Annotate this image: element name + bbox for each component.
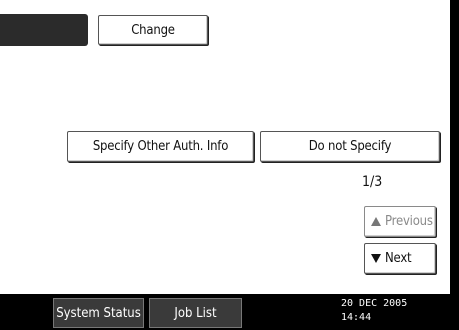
up-triangle-icon <box>371 217 381 226</box>
right-edge-bar <box>450 0 459 294</box>
time-text: 14:44 <box>341 312 372 323</box>
next-button[interactable]: Next <box>364 243 436 274</box>
previous-button[interactable]: Previous <box>364 206 436 237</box>
system-status-label: System Status <box>56 305 141 321</box>
job-list-button[interactable]: Job List <box>149 298 242 328</box>
do-not-specify-button[interactable]: Do not Specify <box>260 131 440 162</box>
down-triangle-icon <box>371 254 381 263</box>
previous-label: Previous <box>385 214 433 229</box>
page-counter: 1/3 <box>362 174 383 190</box>
selected-item-indicator <box>0 14 88 46</box>
specify-other-auth-info-button[interactable]: Specify Other Auth. Info <box>67 131 254 162</box>
change-button-label: Change <box>131 22 175 38</box>
job-list-label: Job List <box>174 305 217 321</box>
main-screen: Change Specify Other Auth. Info Do not S… <box>0 0 450 294</box>
date-time-display: 20 DEC 2005 14:44 <box>341 297 441 325</box>
do-not-specify-label: Do not Specify <box>308 139 392 154</box>
next-label: Next <box>385 251 412 266</box>
change-button[interactable]: Change <box>98 15 208 45</box>
system-status-button[interactable]: System Status <box>53 298 144 328</box>
date-text: 20 DEC 2005 <box>341 298 408 309</box>
specify-other-auth-info-label: Specify Other Auth. Info <box>92 139 229 154</box>
